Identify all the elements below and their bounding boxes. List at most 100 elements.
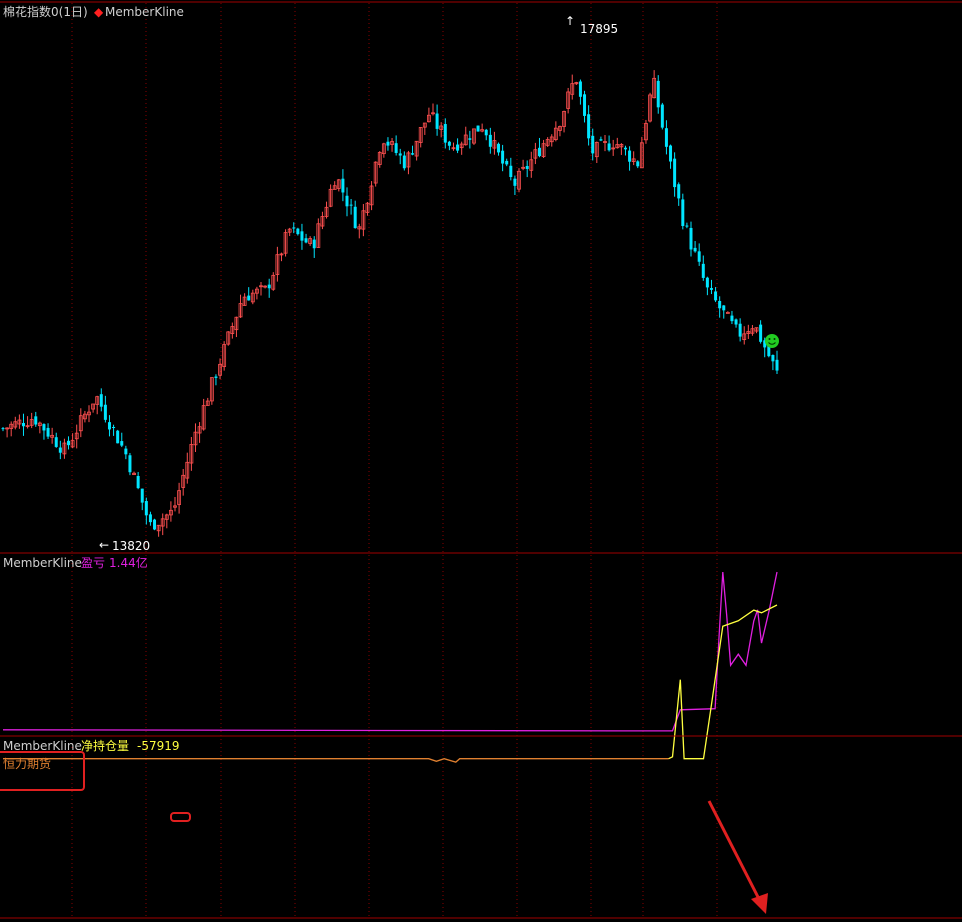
futures-chart[interactable]: 棉花指数0(1日) ◆ MemberKline ↑ 17895 ← 13820 … xyxy=(0,0,962,922)
candle-body xyxy=(484,129,488,136)
high-arrow-icon: ↑ xyxy=(565,14,575,28)
indicator-marker-icon: ◆ xyxy=(94,5,104,19)
high-price-label: 17895 xyxy=(580,22,618,36)
candle-body xyxy=(693,247,697,252)
broker-name: 恒力期货 xyxy=(3,756,51,771)
candle-body xyxy=(304,238,308,243)
indicator-name: MemberKline xyxy=(105,5,184,19)
candle-body xyxy=(54,437,58,447)
candle-body xyxy=(443,124,447,143)
candle-body xyxy=(775,359,779,371)
candle-body xyxy=(497,143,501,153)
candle-body xyxy=(46,427,50,437)
candle-body xyxy=(99,394,103,407)
candle-body xyxy=(345,195,349,207)
candle-body xyxy=(583,94,587,116)
candle-body xyxy=(525,165,529,169)
down-arrow-annotation-icon xyxy=(707,800,768,914)
smiley-face-icon xyxy=(765,334,779,348)
candle-body xyxy=(300,231,304,241)
candle-body xyxy=(394,143,398,153)
candle-body xyxy=(714,291,718,301)
candle-body xyxy=(42,424,46,431)
candlestick-series xyxy=(1,70,779,537)
candle-body xyxy=(677,184,681,199)
candle-body xyxy=(435,113,439,129)
candle-body xyxy=(730,315,734,322)
candle-body xyxy=(107,422,111,430)
candle-body xyxy=(722,305,726,311)
candle-body xyxy=(599,139,603,141)
candle-body xyxy=(296,228,300,235)
candle-body xyxy=(628,150,632,162)
candle-body xyxy=(468,138,472,140)
candle-body xyxy=(664,128,668,147)
candle-body xyxy=(697,251,701,262)
candle-body xyxy=(607,143,611,151)
candle-body xyxy=(513,178,517,186)
candle-body xyxy=(353,206,357,229)
candle-body xyxy=(116,430,120,444)
candle-body xyxy=(120,441,124,446)
candle-body xyxy=(112,426,116,428)
candle-body xyxy=(148,514,152,523)
candle-body xyxy=(725,312,730,314)
candle-body xyxy=(488,134,492,147)
candle-body xyxy=(689,227,693,250)
candle-body xyxy=(669,145,673,162)
pnl-line-series xyxy=(2,571,778,732)
candle-body xyxy=(673,158,677,188)
candle-body xyxy=(759,324,763,342)
candle-body xyxy=(144,501,148,516)
candle-body xyxy=(67,440,71,446)
candle-body xyxy=(509,165,513,177)
candle-body xyxy=(636,161,640,167)
candle-body xyxy=(411,153,415,155)
candle-body xyxy=(456,144,460,151)
candle-body xyxy=(587,114,591,139)
candle-body xyxy=(341,178,345,193)
candle-body xyxy=(705,277,709,288)
candle-body xyxy=(578,81,582,97)
candle-body xyxy=(476,125,480,132)
candle-body xyxy=(128,455,132,473)
candle-body xyxy=(685,225,689,227)
candle-body xyxy=(701,263,705,278)
candle-body xyxy=(738,323,742,337)
candle-body xyxy=(537,147,541,157)
pnl-line xyxy=(2,571,778,732)
small-highlight-box xyxy=(170,812,191,822)
candle-body xyxy=(312,239,316,249)
candle-body xyxy=(292,227,296,229)
pnl-value: 1.44亿 xyxy=(109,555,148,570)
candle-body xyxy=(681,199,685,227)
candle-body xyxy=(214,376,218,378)
candle-body xyxy=(140,488,144,503)
instrument-title: 棉花指数0(1日) xyxy=(3,4,88,19)
candle-body xyxy=(623,147,627,150)
candle-body xyxy=(267,284,271,289)
candle-body xyxy=(447,141,451,146)
candle-body xyxy=(58,447,62,453)
candle-body xyxy=(21,423,25,427)
candle-body xyxy=(718,300,722,309)
position-value: -57919 xyxy=(137,739,180,753)
position-indicator-name: MemberKline xyxy=(3,739,82,753)
pnl-label: 盈亏 xyxy=(81,556,105,570)
vertical-grid xyxy=(71,3,718,918)
candle-body xyxy=(656,80,660,108)
candle-body xyxy=(505,160,509,165)
candle-body xyxy=(660,104,664,128)
candle-body xyxy=(402,155,406,169)
candle-body xyxy=(771,354,775,362)
candle-body xyxy=(709,288,713,290)
candle-body xyxy=(591,135,595,154)
candle-body xyxy=(136,475,140,489)
net-position-line-early xyxy=(3,758,669,763)
pnl-indicator-name: MemberKline xyxy=(3,556,82,570)
candle-body xyxy=(34,416,38,425)
candle-body xyxy=(734,319,738,325)
candle-body xyxy=(153,519,157,530)
candle-body xyxy=(124,448,128,455)
candle-body xyxy=(398,153,402,156)
